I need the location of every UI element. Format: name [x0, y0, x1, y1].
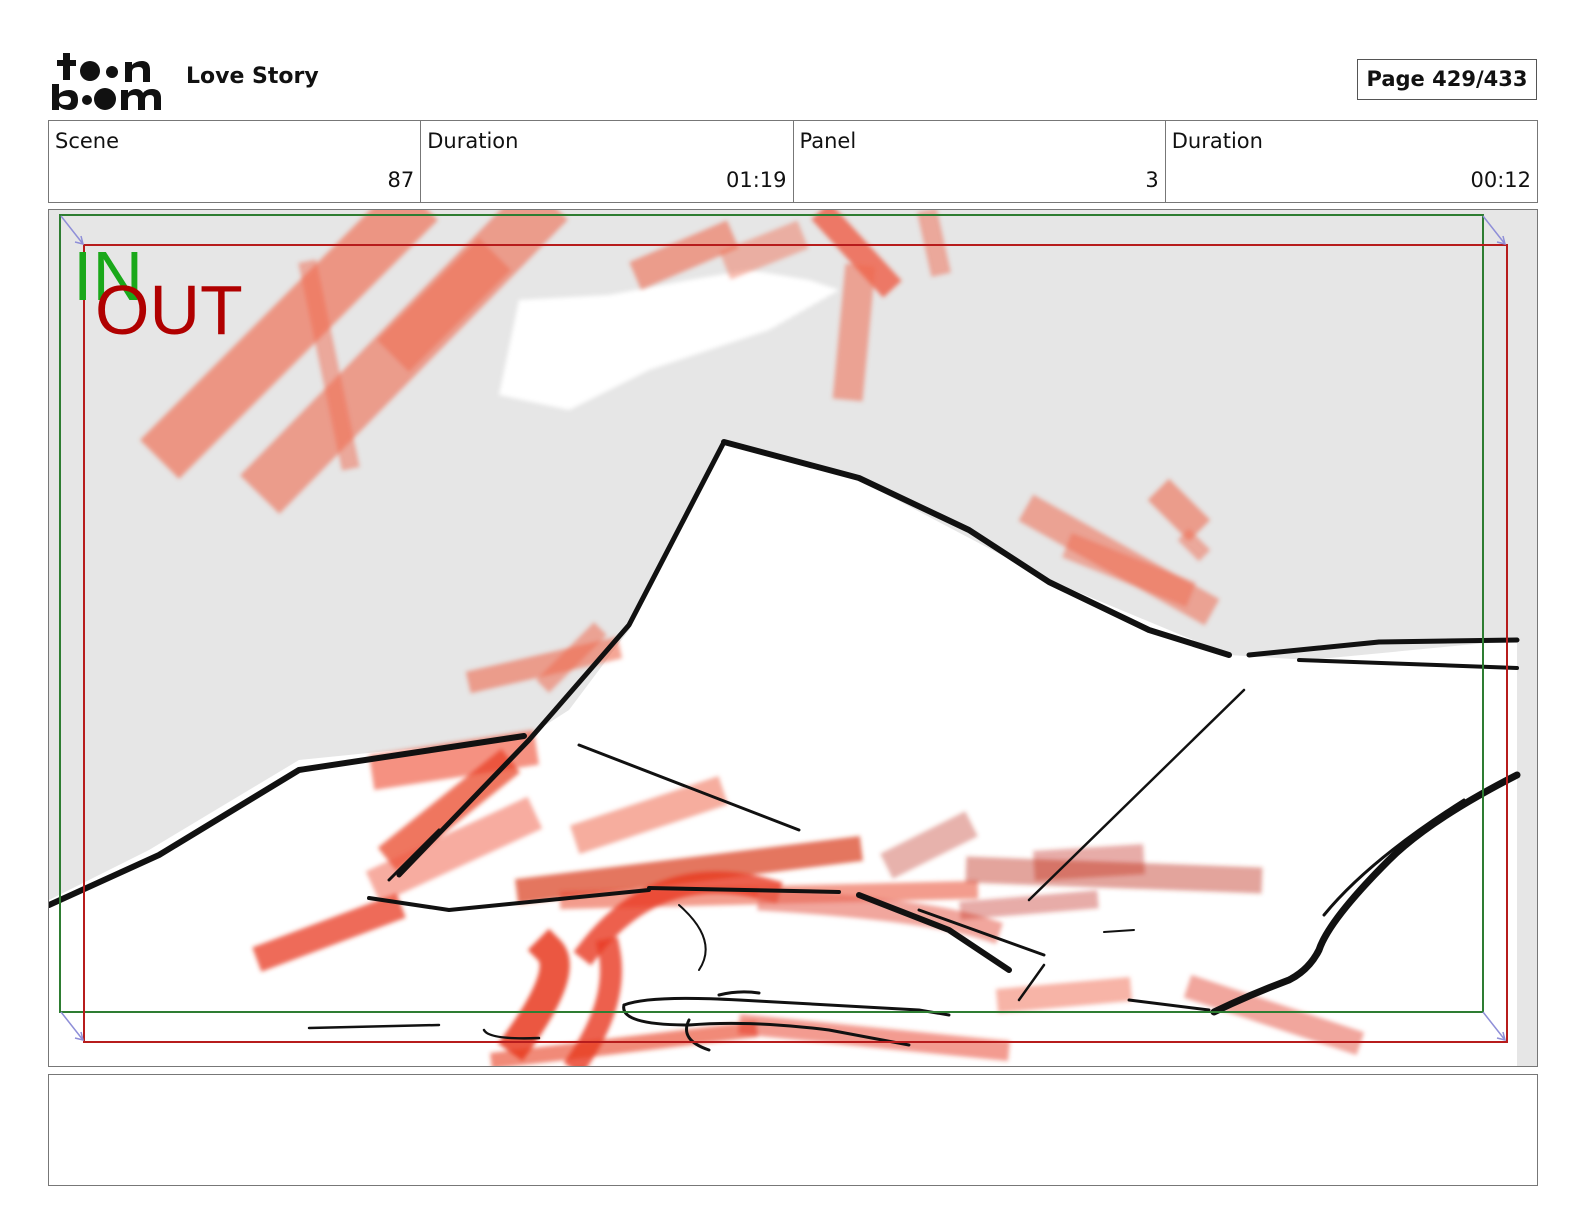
scene-duration-cell: Duration 01:19: [421, 121, 794, 202]
toon-boom-logo: [52, 53, 161, 110]
scene-label: Scene: [55, 129, 120, 153]
storyboard-panel: IN OUT: [48, 209, 1538, 1067]
panel-duration-cell: Duration 00:12: [1166, 121, 1537, 202]
panel-cell: Panel 3: [794, 121, 1166, 202]
panel-duration-value: 00:12: [1470, 168, 1531, 192]
scene-cell: Scene 87: [49, 121, 422, 202]
panel-notes-box: [48, 1074, 1538, 1186]
project-title: Love Story: [186, 64, 319, 89]
panel-value: 3: [1145, 168, 1159, 192]
storyboard-sketch: IN OUT: [49, 210, 1537, 1066]
scene-duration-label: Duration: [427, 129, 519, 153]
panel-label: Panel: [799, 129, 857, 153]
panel-info-table: Scene 87 Duration 01:19 Panel 3 Duration…: [48, 120, 1538, 203]
page-number: Page 429/433: [1357, 59, 1537, 100]
scene-value: 87: [387, 168, 415, 192]
panel-duration-label: Duration: [1171, 129, 1263, 153]
scene-duration-value: 01:19: [725, 168, 787, 192]
out-label: OUT: [95, 271, 243, 349]
